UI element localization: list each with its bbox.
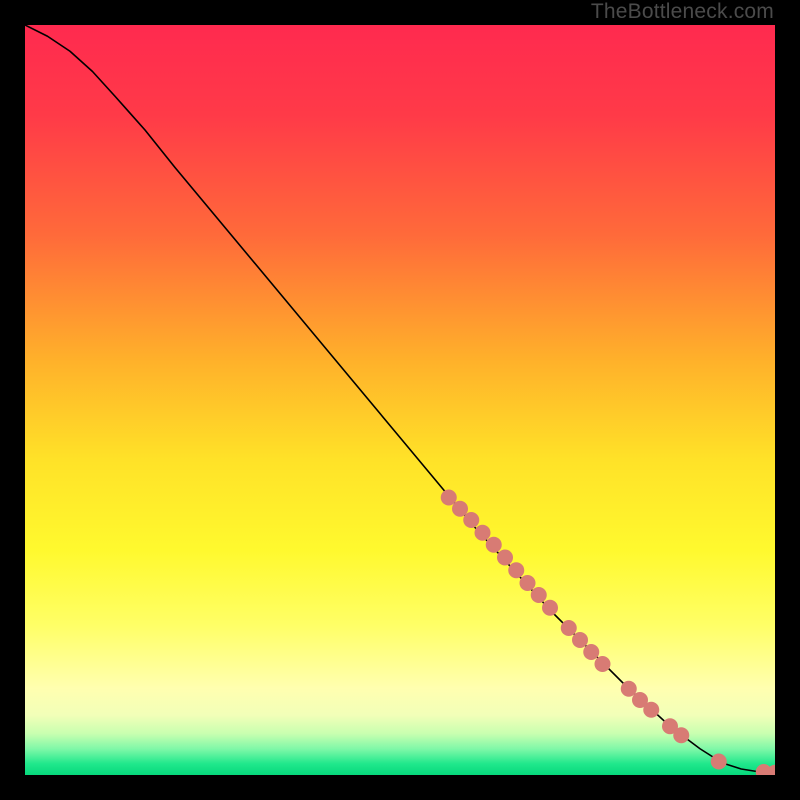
- highlighted-point: [643, 702, 659, 718]
- chart-stage: TheBottleneck.com: [0, 0, 800, 800]
- highlighted-point: [583, 644, 599, 660]
- plot-area: [25, 25, 775, 775]
- highlighted-point: [463, 512, 479, 528]
- highlighted-point: [561, 620, 577, 636]
- highlighted-point: [508, 562, 524, 578]
- highlighted-point: [572, 632, 588, 648]
- watermark-text: TheBottleneck.com: [591, 0, 774, 24]
- highlighted-point: [486, 537, 502, 553]
- highlighted-point: [673, 727, 689, 743]
- chart-svg: [25, 25, 775, 775]
- highlighted-point: [595, 656, 611, 672]
- highlighted-point: [497, 550, 513, 566]
- chart-background: [25, 25, 775, 775]
- highlighted-point: [520, 575, 536, 591]
- highlighted-point: [711, 754, 727, 770]
- highlighted-point: [475, 525, 491, 541]
- highlighted-point: [531, 587, 547, 603]
- highlighted-point: [542, 600, 558, 616]
